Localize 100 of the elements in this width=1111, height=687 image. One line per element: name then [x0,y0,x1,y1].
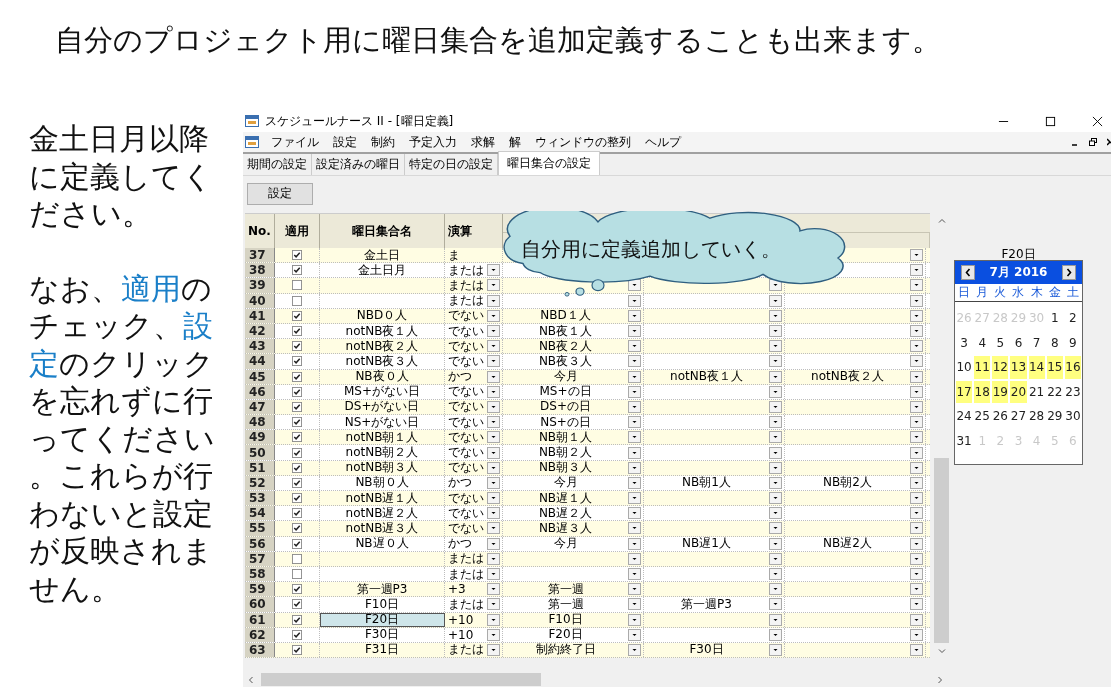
dropdown-button[interactable] [487,583,500,596]
dropdown-button[interactable] [910,628,923,641]
dropdown-button[interactable] [628,583,641,596]
dropdown-button[interactable] [769,476,782,489]
dropdown-button[interactable] [769,416,782,429]
dropdown-button[interactable] [769,583,782,596]
dropdown-button[interactable] [487,613,500,626]
dropdown-button[interactable] [910,461,923,474]
dropdown-button[interactable] [769,461,782,474]
calendar-day[interactable]: 6 [1010,331,1027,354]
dropdown-button[interactable] [769,309,782,322]
table-cell[interactable]: NB遅０人 [320,536,445,551]
dropdown-button[interactable] [487,340,500,353]
table-cell[interactable]: NS+がない日 [320,415,445,430]
dropdown-button[interactable] [628,568,641,581]
dropdown-button[interactable] [769,385,782,398]
dropdown-button[interactable] [628,355,641,368]
checkbox[interactable] [292,477,302,488]
scroll-thumb[interactable] [261,673,541,686]
table-cell[interactable]: F31日 [320,642,445,658]
dropdown-button[interactable] [910,537,923,550]
dropdown-button[interactable] [628,416,641,429]
dropdown-button[interactable] [487,537,500,550]
checkbox[interactable] [292,295,302,306]
calendar-day[interactable]: 21 [1028,380,1045,403]
dropdown-button[interactable] [487,446,500,459]
dropdown-button[interactable] [910,385,923,398]
dropdown-button[interactable] [910,431,923,444]
dropdown-button[interactable] [487,264,500,277]
checkbox[interactable] [292,508,302,519]
menu-item[interactable]: 制約 [371,133,395,151]
dropdown-button[interactable] [910,446,923,459]
menu-item[interactable]: ヘルプ [645,133,681,151]
dropdown-button[interactable] [628,552,641,565]
dropdown-button[interactable] [910,507,923,520]
calendar-day[interactable]: 22 [1046,380,1063,403]
dropdown-button[interactable] [769,492,782,505]
dropdown-button[interactable] [487,370,500,383]
dropdown-button[interactable] [487,507,500,520]
checkbox[interactable] [292,341,302,352]
dropdown-button[interactable] [487,279,500,292]
dropdown-button[interactable] [910,325,923,338]
dropdown-button[interactable] [628,613,641,626]
dropdown-button[interactable] [628,507,641,520]
scroll-thumb[interactable] [934,458,949,643]
dropdown-button[interactable] [628,294,641,307]
dropdown-button[interactable] [769,294,782,307]
calendar-day[interactable]: 20 [1010,380,1027,403]
checkbox[interactable] [292,386,302,397]
dropdown-button[interactable] [769,537,782,550]
calendar-day[interactable]: 23 [1064,380,1081,403]
table-cell[interactable]: NBD０人 [320,308,445,323]
checkbox[interactable] [292,538,302,549]
checkbox[interactable] [292,614,302,625]
dropdown-button[interactable] [769,552,782,565]
calendar-day[interactable]: 1 [1046,307,1063,330]
table-cell[interactable]: notNB夜３人 [320,354,445,369]
table-cell[interactable]: 第一週P3 [320,582,445,597]
calendar-day[interactable]: 24 [956,405,973,428]
dropdown-button[interactable] [769,355,782,368]
dropdown-button[interactable] [769,431,782,444]
table-cell[interactable]: MS+がない日 [320,384,445,399]
calendar-day[interactable]: 14 [1028,356,1045,379]
table-cell[interactable]: notNB朝１人 [320,430,445,445]
dropdown-button[interactable] [769,400,782,413]
calendar-day[interactable]: 7 [1028,331,1045,354]
dropdown-button[interactable] [628,340,641,353]
checkbox[interactable] [292,447,302,458]
maximize-icon[interactable] [1045,115,1056,127]
dropdown-button[interactable] [487,325,500,338]
dropdown-button[interactable] [769,628,782,641]
dropdown-button[interactable] [628,385,641,398]
calendar-day[interactable]: 26 [992,405,1009,428]
menu-item[interactable]: 求解 [471,133,495,151]
checkbox[interactable] [292,326,302,337]
dropdown-button[interactable] [487,568,500,581]
dropdown-button[interactable] [487,400,500,413]
menu-item[interactable]: ウィンドウの整列 [535,133,631,151]
dropdown-button[interactable] [910,370,923,383]
table-cell[interactable]: DS+がない日 [320,399,445,415]
dropdown-button[interactable] [628,325,641,338]
dropdown-button[interactable] [628,431,641,444]
dropdown-button[interactable] [910,309,923,322]
dropdown-button[interactable] [487,294,500,307]
previous-month-button[interactable] [961,265,975,280]
dropdown-button[interactable] [769,507,782,520]
checkbox[interactable] [292,356,302,367]
dropdown-button[interactable] [487,552,500,565]
calendar-day[interactable]: 11 [974,356,991,379]
table-cell[interactable]: notNB朝３人 [320,460,445,475]
dropdown-button[interactable] [628,370,641,383]
dropdown-button[interactable] [487,522,500,535]
restore-icon[interactable] [1089,138,1097,146]
dropdown-button[interactable] [910,279,923,292]
dropdown-button[interactable] [769,370,782,383]
dropdown-button[interactable] [769,325,782,338]
dropdown-button[interactable] [628,643,641,656]
checkbox[interactable] [292,310,302,321]
calendar-day[interactable]: 30 [1064,405,1081,428]
table-cell[interactable]: notNB遅２人 [320,506,445,521]
